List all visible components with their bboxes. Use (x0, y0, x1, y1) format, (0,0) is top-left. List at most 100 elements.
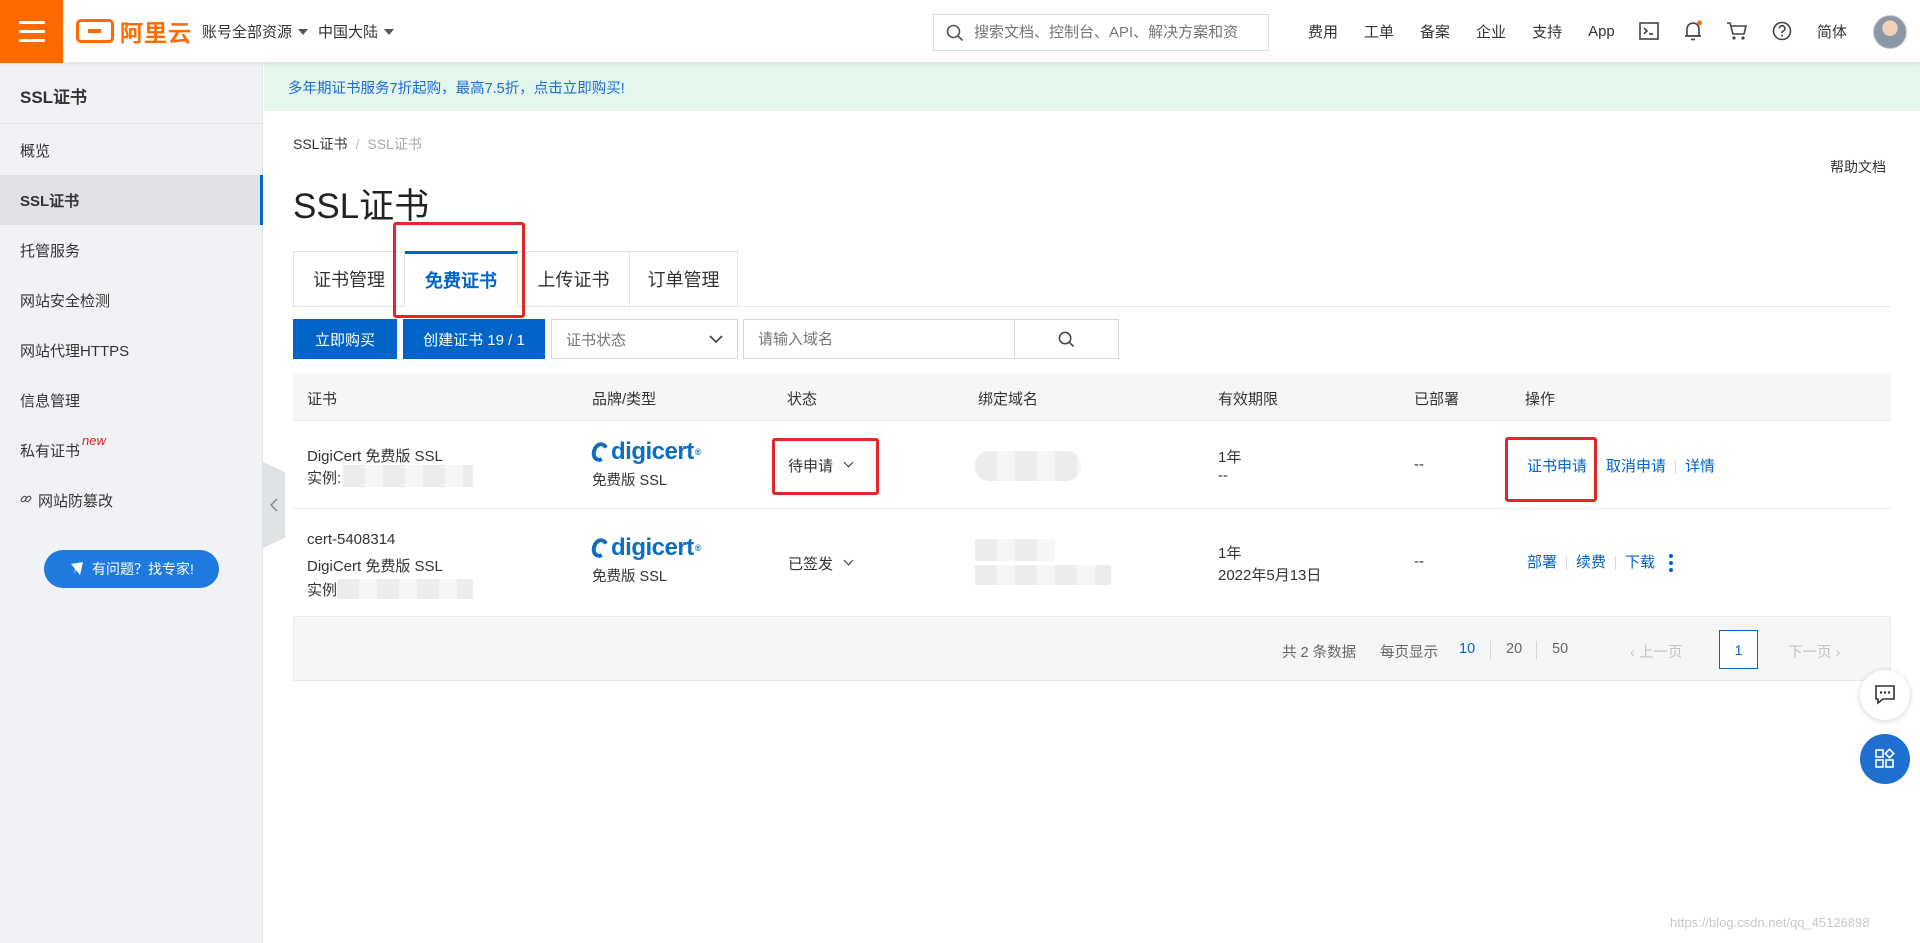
status-dropdown[interactable]: 待申请 (788, 455, 854, 476)
deploy-link[interactable]: 部署 (1527, 554, 1557, 571)
top-link-support[interactable]: 支持 (1532, 21, 1562, 42)
top-link-tickets[interactable]: 工单 (1364, 21, 1394, 42)
sidebar-item-ssl-certificates[interactable]: SSL证书 (0, 175, 263, 225)
help-docs-link[interactable]: 帮助文档 (1830, 157, 1886, 177)
column-header: 状态 (787, 391, 818, 408)
ask-expert-label: 有问题？找专家! (92, 561, 194, 577)
details-link[interactable]: 详情 (1685, 458, 1715, 475)
apply-certificate-link[interactable]: 证书申请 (1527, 458, 1587, 475)
digicert-logo: digicert ® (589, 438, 701, 465)
sidebar-title: SSL证书 (20, 88, 88, 107)
language-switch[interactable]: 简体 (1817, 21, 1847, 42)
account-scope-dropdown[interactable]: 账号全部资源 (202, 21, 309, 42)
page-size-50[interactable]: 50 (1552, 641, 1568, 657)
table-row: DigiCert 免费版 SSL 实例: digicert ® 免费版 SSL 待… (293, 421, 1891, 509)
renew-link[interactable]: 续费 (1576, 554, 1606, 571)
digicert-logo-mark (589, 439, 611, 465)
status-dropdown[interactable]: 已签发 (788, 553, 854, 574)
top-link-billing[interactable]: 费用 (1308, 21, 1338, 42)
sidebar-item-private-certificates[interactable]: 私有证书 new (0, 425, 262, 475)
apps-button[interactable] (1860, 734, 1910, 784)
top-link-icp[interactable]: 备案 (1420, 21, 1450, 42)
more-actions-icon[interactable] (1669, 554, 1674, 573)
hamburger-line (18, 30, 45, 33)
digicert-logo: digicert ® (589, 534, 701, 561)
tab-label: 上传证书 (537, 270, 610, 290)
redacted-instance-id (337, 579, 473, 599)
sidebar-item-anti-tamper[interactable]: 网站防篡改 (0, 475, 262, 525)
table-row: cert-5408314 DigiCert 免费版 SSL 实例 digicer… (293, 509, 1891, 617)
sidebar-item-info-management[interactable]: 信息管理 (0, 375, 262, 425)
tab-free-certificates[interactable]: 免费证书 (405, 251, 518, 307)
prev-page-button[interactable]: ‹ 上一页 (1630, 641, 1682, 662)
tab-label: 订单管理 (647, 270, 720, 290)
cancel-application-link[interactable]: 取消申请 (1606, 458, 1666, 475)
cart-icon[interactable] (1726, 20, 1748, 42)
prev-page-label: 上一页 (1638, 645, 1683, 661)
redacted-domain (975, 451, 1081, 481)
aliyun-logo[interactable]: 阿里云 (76, 18, 192, 46)
brand-name: digicert (611, 534, 694, 561)
breadcrumb-item[interactable]: SSL证书 (293, 136, 347, 152)
global-search-input[interactable] (974, 24, 1254, 41)
certificate-status-select[interactable]: 证书状态 (551, 319, 738, 359)
caret-down-icon (298, 28, 309, 35)
user-avatar[interactable] (1873, 15, 1907, 49)
table-header: 证书 品牌/类型 状态 绑定域名 有效期限 已部署 操作 (293, 373, 1891, 421)
tab-order-management[interactable]: 订单管理 (630, 251, 738, 307)
sidebar-item-label: 信息管理 (20, 392, 81, 410)
action-separator (1615, 556, 1617, 571)
redacted-domain (975, 565, 1111, 585)
top-navigation-bar: 阿里云 账号全部资源 中国大陆 费用 工单 备案 企业 支持 App 简体 (0, 0, 1920, 63)
row-actions: 部署 续费 下载 (1527, 551, 1674, 573)
status-label: 待申请 (788, 458, 834, 475)
promo-banner[interactable]: 多年期证书服务7折起购，最高7.5折，点击立即购买! (264, 63, 1920, 111)
chat-button[interactable] (1860, 670, 1910, 720)
sidebar-item-site-security-check[interactable]: 网站安全检测 (0, 275, 262, 325)
aliyun-logo-text: 阿里云 (120, 20, 192, 46)
certificate-table: 证书 品牌/类型 状态 绑定域名 有效期限 已部署 操作 DigiCert 免费… (293, 373, 1891, 617)
hamburger-menu-button[interactable] (0, 0, 63, 63)
redacted-domain (975, 539, 1055, 561)
domain-search-button[interactable] (1015, 319, 1119, 359)
expiry-date: -- (1218, 467, 1228, 484)
global-search (933, 14, 1269, 51)
deployed-count: -- (1414, 553, 1424, 570)
page-size-10[interactable]: 10 (1459, 641, 1475, 657)
top-link-app[interactable]: App (1588, 23, 1615, 40)
brand-name: digicert (611, 438, 694, 465)
link-icon (20, 493, 32, 508)
sidebar-item-https-proxy[interactable]: 网站代理HTTPS (0, 325, 262, 375)
hamburger-line (18, 39, 45, 42)
domain-search-input[interactable] (758, 330, 998, 348)
page-size-divider (1490, 641, 1491, 659)
terminal-icon[interactable] (1638, 20, 1660, 42)
sidebar-item-managed-service[interactable]: 托管服务 (0, 225, 262, 275)
bell-icon[interactable] (1682, 20, 1704, 42)
sidebar-item-label: 私有证书 (20, 442, 81, 460)
next-page-button[interactable]: 下一页 › (1788, 641, 1840, 662)
sidebar-collapse-handle[interactable] (263, 462, 285, 548)
create-certificate-button[interactable]: 创建证书 19 / 1 (403, 319, 545, 359)
tab-label: 证书管理 (313, 270, 385, 290)
top-link-enterprise[interactable]: 企业 (1476, 21, 1506, 42)
sidebar-item-overview[interactable]: 概览 (0, 125, 262, 175)
breadcrumb-separator: / (355, 136, 360, 152)
certificate-name: DigiCert 免费版 SSL (307, 448, 443, 465)
tab-certificate-management[interactable]: 证书管理 (293, 251, 405, 307)
row-actions: 证书申请 取消申请 详情 (1527, 455, 1715, 476)
pagination: 共 2 条数据 每页显示 10 20 50 ‹ 上一页 1 下一页 › (293, 618, 1891, 681)
instance-label: 实例: (307, 470, 342, 487)
buy-now-button[interactable]: 立即购买 (293, 319, 397, 359)
region-dropdown[interactable]: 中国大陆 (318, 21, 395, 42)
page-1-button[interactable]: 1 (1719, 630, 1758, 669)
aliyun-logo-mark (76, 19, 114, 43)
next-page-label: 下一页 (1788, 645, 1832, 661)
expiry-date: 2022年5月13日 (1218, 567, 1322, 584)
ask-expert-button[interactable]: 有问题？找专家! (44, 550, 219, 588)
question-icon[interactable] (1771, 20, 1793, 42)
tab-upload-certificate[interactable]: 上传证书 (518, 251, 630, 307)
download-link[interactable]: 下载 (1625, 554, 1655, 571)
page-size-20[interactable]: 20 (1506, 641, 1522, 657)
chevron-down-icon (843, 555, 854, 566)
